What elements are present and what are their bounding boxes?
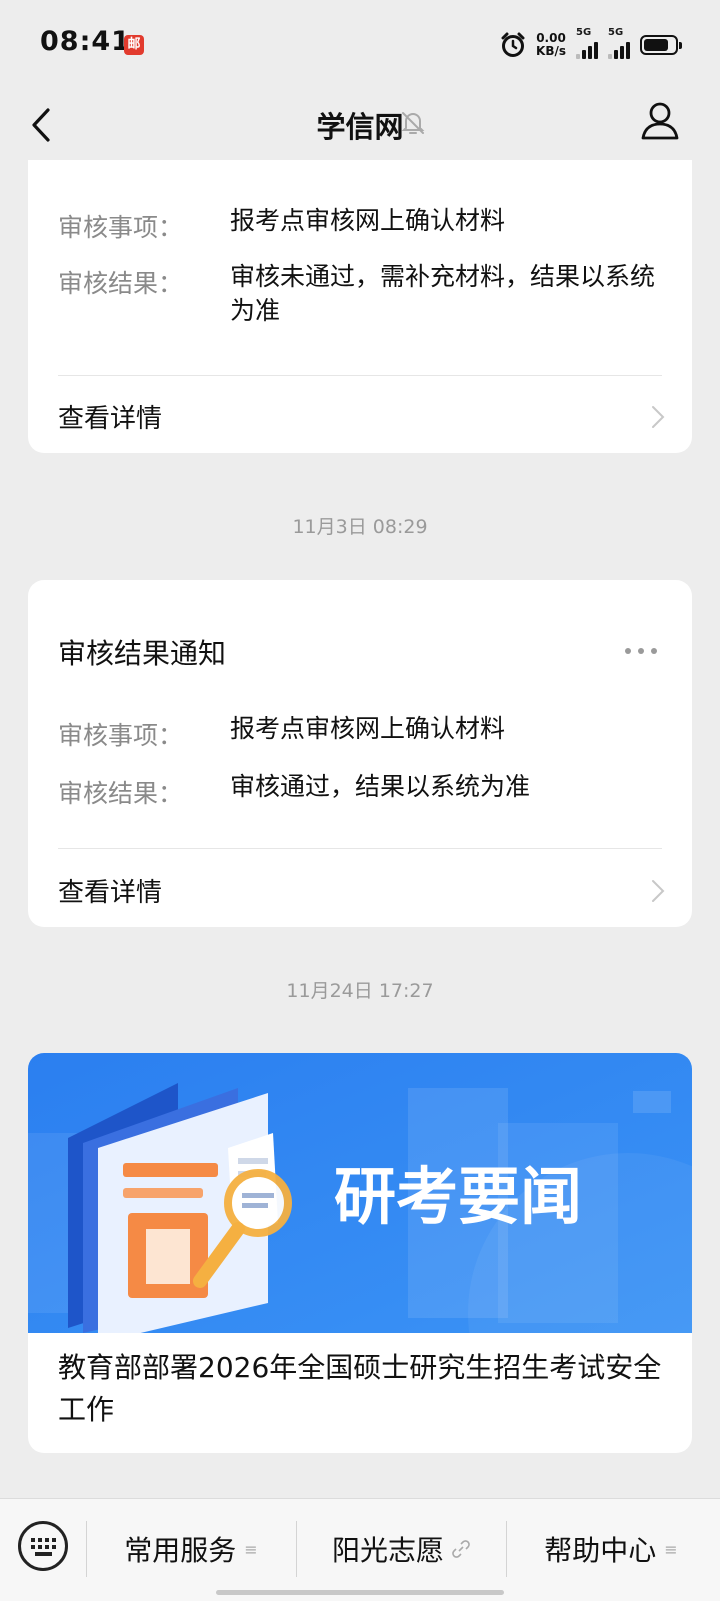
menu-label: 阳光志愿 (331, 1534, 444, 1567)
audit-result-value: 审核通过，结果以系统为准 (230, 772, 531, 801)
view-details-link[interactable]: 查看详情 (58, 398, 162, 435)
card-divider (58, 848, 662, 849)
message-timestamp: 11月3日 08:29 (292, 516, 428, 538)
bottom-menu-bar: 常用服务 ≡ 阳光志愿 帮助中心 ≡ (0, 1498, 720, 1601)
status-bar: 08:41 邮 0.00 KB/s 5G 5G (0, 0, 720, 90)
menu-label: 常用服务 (124, 1534, 237, 1567)
menu-divider (506, 1521, 507, 1577)
card-divider (58, 375, 662, 376)
article-banner-image: 研考要闻 (28, 1053, 692, 1333)
audit-result-label: 审核结果： (58, 779, 184, 808)
alarm-clock-icon (501, 32, 525, 57)
menu-lines-icon: ≡ (244, 1539, 258, 1559)
nav-bar: 学信网 (0, 90, 720, 160)
battery-icon (640, 35, 682, 55)
user-profile-icon[interactable] (640, 100, 680, 142)
keyboard-toggle-icon[interactable] (18, 1521, 68, 1571)
audit-result-value: 审核未通过，需补充材料，结果以系统为准 (230, 262, 656, 325)
sim1-network-type: 5G (576, 27, 592, 38)
message-card: 审核事项： 报考点审核网上确认材料 审核结果： 审核未通过，需补充材料，结果以系… (28, 160, 692, 453)
page-title: 学信网 (316, 110, 404, 144)
status-indicators: 0.00 KB/s 5G 5G (500, 27, 682, 62)
message-card: 审核结果通知 审核事项： 报考点审核网上确认材料 审核结果： 审核通过，结果以系… (28, 580, 692, 927)
menu-help-center[interactable]: 帮助中心 ≡ (508, 1521, 714, 1577)
message-title: 审核结果通知 (58, 637, 227, 670)
chevron-right-icon (652, 880, 665, 902)
audit-item-label: 审核事项： (58, 213, 184, 242)
menu-sunshine-volunteer[interactable]: 阳光志愿 (298, 1521, 504, 1577)
audit-item-value: 报考点审核网上确认材料 (230, 714, 506, 743)
menu-divider (86, 1521, 87, 1577)
view-details-link[interactable]: 查看详情 (58, 872, 162, 909)
link-icon (452, 1540, 470, 1558)
message-timestamp: 11月24日 17:27 (286, 980, 434, 1002)
article-card[interactable]: 研考要闻 教育部部署2026年全国硕士研究生招生考试安全工作 (28, 1053, 692, 1453)
audit-item-value: 报考点审核网上确认材料 (230, 206, 506, 235)
network-speed-unit: KB/s (536, 44, 566, 58)
menu-common-services[interactable]: 常用服务 ≡ (88, 1521, 294, 1577)
audit-result-label: 审核结果： (58, 269, 184, 298)
signal-sim1-icon: 5G (576, 27, 598, 59)
menu-lines-icon: ≡ (664, 1539, 678, 1559)
message-feed[interactable]: 审核事项： 报考点审核网上确认材料 审核结果： 审核未通过，需补充材料，结果以系… (0, 160, 720, 1495)
banner-headline: 研考要闻 (334, 1160, 582, 1233)
article-title[interactable]: 教育部部署2026年全国硕士研究生招生考试安全工作 (58, 1347, 668, 1431)
status-time: 08:41 (40, 26, 131, 57)
menu-label: 帮助中心 (544, 1534, 657, 1567)
menu-divider (296, 1521, 297, 1577)
signal-sim2-icon: 5G (608, 27, 630, 59)
banner-illustration: 研考要闻 (28, 1053, 692, 1333)
chevron-right-icon (652, 406, 665, 428)
more-options-icon[interactable] (624, 647, 658, 655)
sim2-network-type: 5G (608, 27, 624, 38)
home-indicator[interactable] (216, 1590, 504, 1595)
mute-bell-icon (401, 112, 425, 134)
network-speed: 0.00 KB/s (536, 32, 566, 58)
mail-notification-icon: 邮 (124, 35, 144, 55)
audit-item-label: 审核事项： (58, 721, 184, 750)
